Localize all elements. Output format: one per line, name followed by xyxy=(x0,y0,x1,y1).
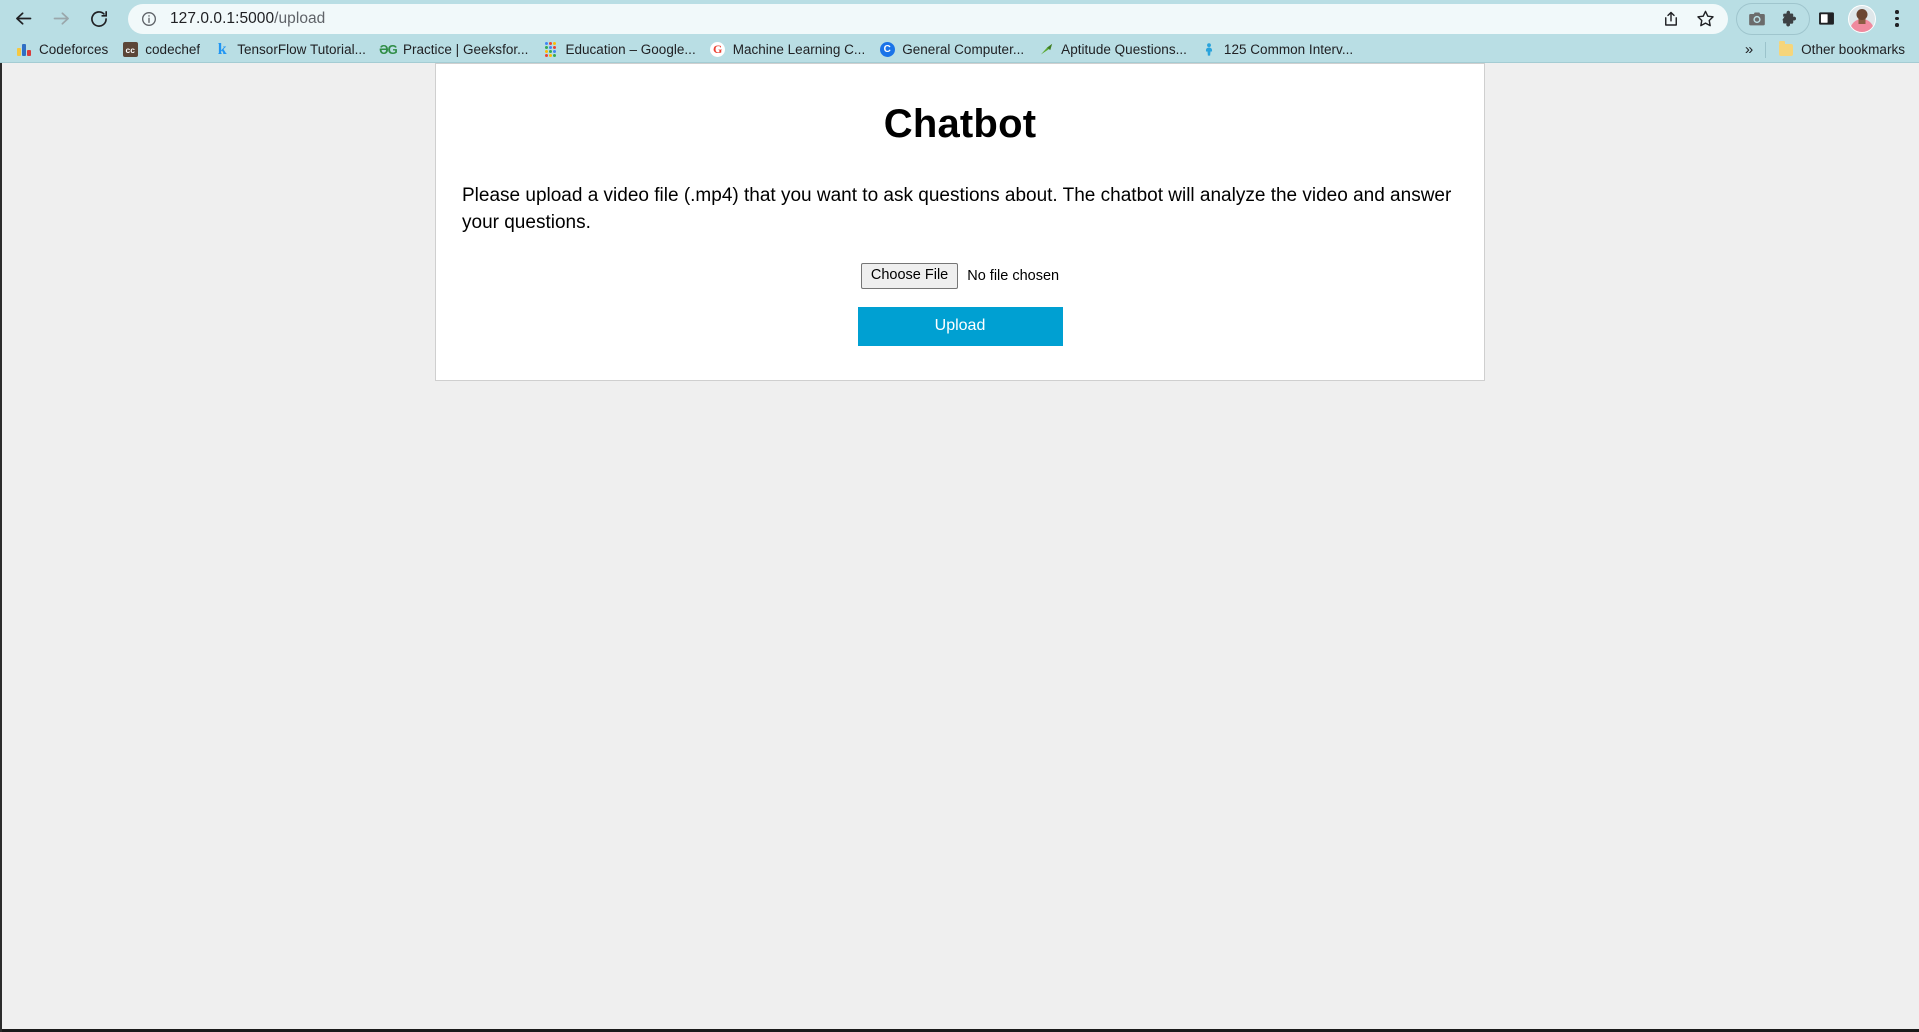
other-bookmarks-button[interactable]: Other bookmarks xyxy=(1772,39,1913,61)
bookmark-label: 125 Common Interv... xyxy=(1223,42,1354,57)
indiabix-icon xyxy=(1038,42,1054,58)
avatar-head xyxy=(1856,8,1868,20)
url-path: /upload xyxy=(274,9,326,27)
bookmarks-overflow-button[interactable]: » xyxy=(1735,42,1763,57)
address-bar-url: 127.0.0.1:5000/upload xyxy=(170,10,325,28)
bookmark-label: codechef xyxy=(145,42,201,57)
reload-button[interactable] xyxy=(80,3,118,35)
page-viewport: Chatbot Please upload a video file (.mp4… xyxy=(0,63,1919,1032)
browser-window: 127.0.0.1:5000/upload Codeforces cc code… xyxy=(0,0,1919,1032)
bookmark-education-google[interactable]: Education – Google... xyxy=(536,39,703,61)
bookmark-machine-learning-course[interactable]: G Machine Learning C... xyxy=(704,39,874,61)
bookmark-label: Codeforces xyxy=(39,42,109,57)
google-icon: G xyxy=(710,42,726,58)
profile-avatar[interactable] xyxy=(1848,4,1876,33)
bookmark-practice-geeksforgeeks[interactable]: ӘG Practice | Geeksfor... xyxy=(374,39,537,61)
menu-dot xyxy=(1895,16,1899,21)
bookmark-label: Practice | Geeksfor... xyxy=(402,42,529,57)
url-host: 127.0.0.1:5000 xyxy=(170,9,275,27)
page-description: Please upload a video file (.mp4) that y… xyxy=(462,185,1452,233)
browser-toolbar: 127.0.0.1:5000/upload xyxy=(0,0,1919,37)
bookmarks-bar: Codeforces cc codechef k TensorFlow Tuto… xyxy=(0,37,1919,63)
extensions-pill xyxy=(1736,2,1810,35)
extensions-puzzle-icon[interactable] xyxy=(1773,4,1806,34)
share-icon[interactable] xyxy=(1656,4,1686,34)
bookmarks-bar-right: » Other bookmarks xyxy=(1735,39,1913,61)
page-title: Chatbot xyxy=(883,102,1037,146)
address-bar[interactable]: 127.0.0.1:5000/upload xyxy=(128,3,1728,34)
site-info-icon[interactable] xyxy=(138,8,160,30)
codeforces-icon xyxy=(16,42,32,58)
person-icon xyxy=(1201,42,1217,58)
back-button[interactable] xyxy=(4,3,42,35)
upload-button[interactable]: Upload xyxy=(857,306,1063,346)
bookmark-codeforces[interactable]: Codeforces xyxy=(10,39,116,61)
side-panel-icon[interactable] xyxy=(1810,4,1843,34)
bookmark-label: Education – Google... xyxy=(565,42,696,57)
bookmark-general-computer[interactable]: C General Computer... xyxy=(873,39,1032,61)
folder-icon xyxy=(1778,41,1794,58)
other-bookmarks-label: Other bookmarks xyxy=(1801,42,1905,57)
file-input-row: Choose File No file chosen xyxy=(462,262,1458,289)
bookmark-codechef[interactable]: cc codechef xyxy=(116,39,208,61)
bookmark-label: General Computer... xyxy=(902,42,1025,57)
choose-file-button[interactable]: Choose File xyxy=(860,262,959,289)
omnibox-actions xyxy=(1656,4,1720,34)
bookmark-label: TensorFlow Tutorial... xyxy=(237,42,366,57)
bookmark-label: Aptitude Questions... xyxy=(1061,42,1187,57)
upload-button-row: Upload xyxy=(462,306,1458,346)
tensorflow-icon: k xyxy=(217,40,227,58)
forward-button[interactable] xyxy=(42,3,80,35)
bookmark-star-icon[interactable] xyxy=(1690,4,1720,34)
bookmark-125-common-interview[interactable]: 125 Common Interv... xyxy=(1195,39,1361,61)
chrome-menu-icon[interactable] xyxy=(1883,4,1911,34)
bookmark-aptitude-questions[interactable]: Aptitude Questions... xyxy=(1032,39,1195,61)
screenshot-camera-icon[interactable] xyxy=(1740,4,1773,34)
geeksforgeeks-icon: ӘG xyxy=(379,42,398,57)
bookmark-label: Machine Learning C... xyxy=(732,42,866,57)
upload-card: Chatbot Please upload a video file (.mp4… xyxy=(435,63,1485,381)
google-education-icon xyxy=(542,42,558,58)
coursera-icon: C xyxy=(879,42,895,58)
bookmark-tensorflow-tutorial[interactable]: k TensorFlow Tutorial... xyxy=(208,39,374,61)
bookmarks-divider xyxy=(1765,41,1767,58)
menu-dot xyxy=(1895,10,1899,14)
file-status-text: No file chosen xyxy=(967,267,1060,284)
codechef-icon: cc xyxy=(122,42,138,58)
menu-dot xyxy=(1895,23,1899,27)
